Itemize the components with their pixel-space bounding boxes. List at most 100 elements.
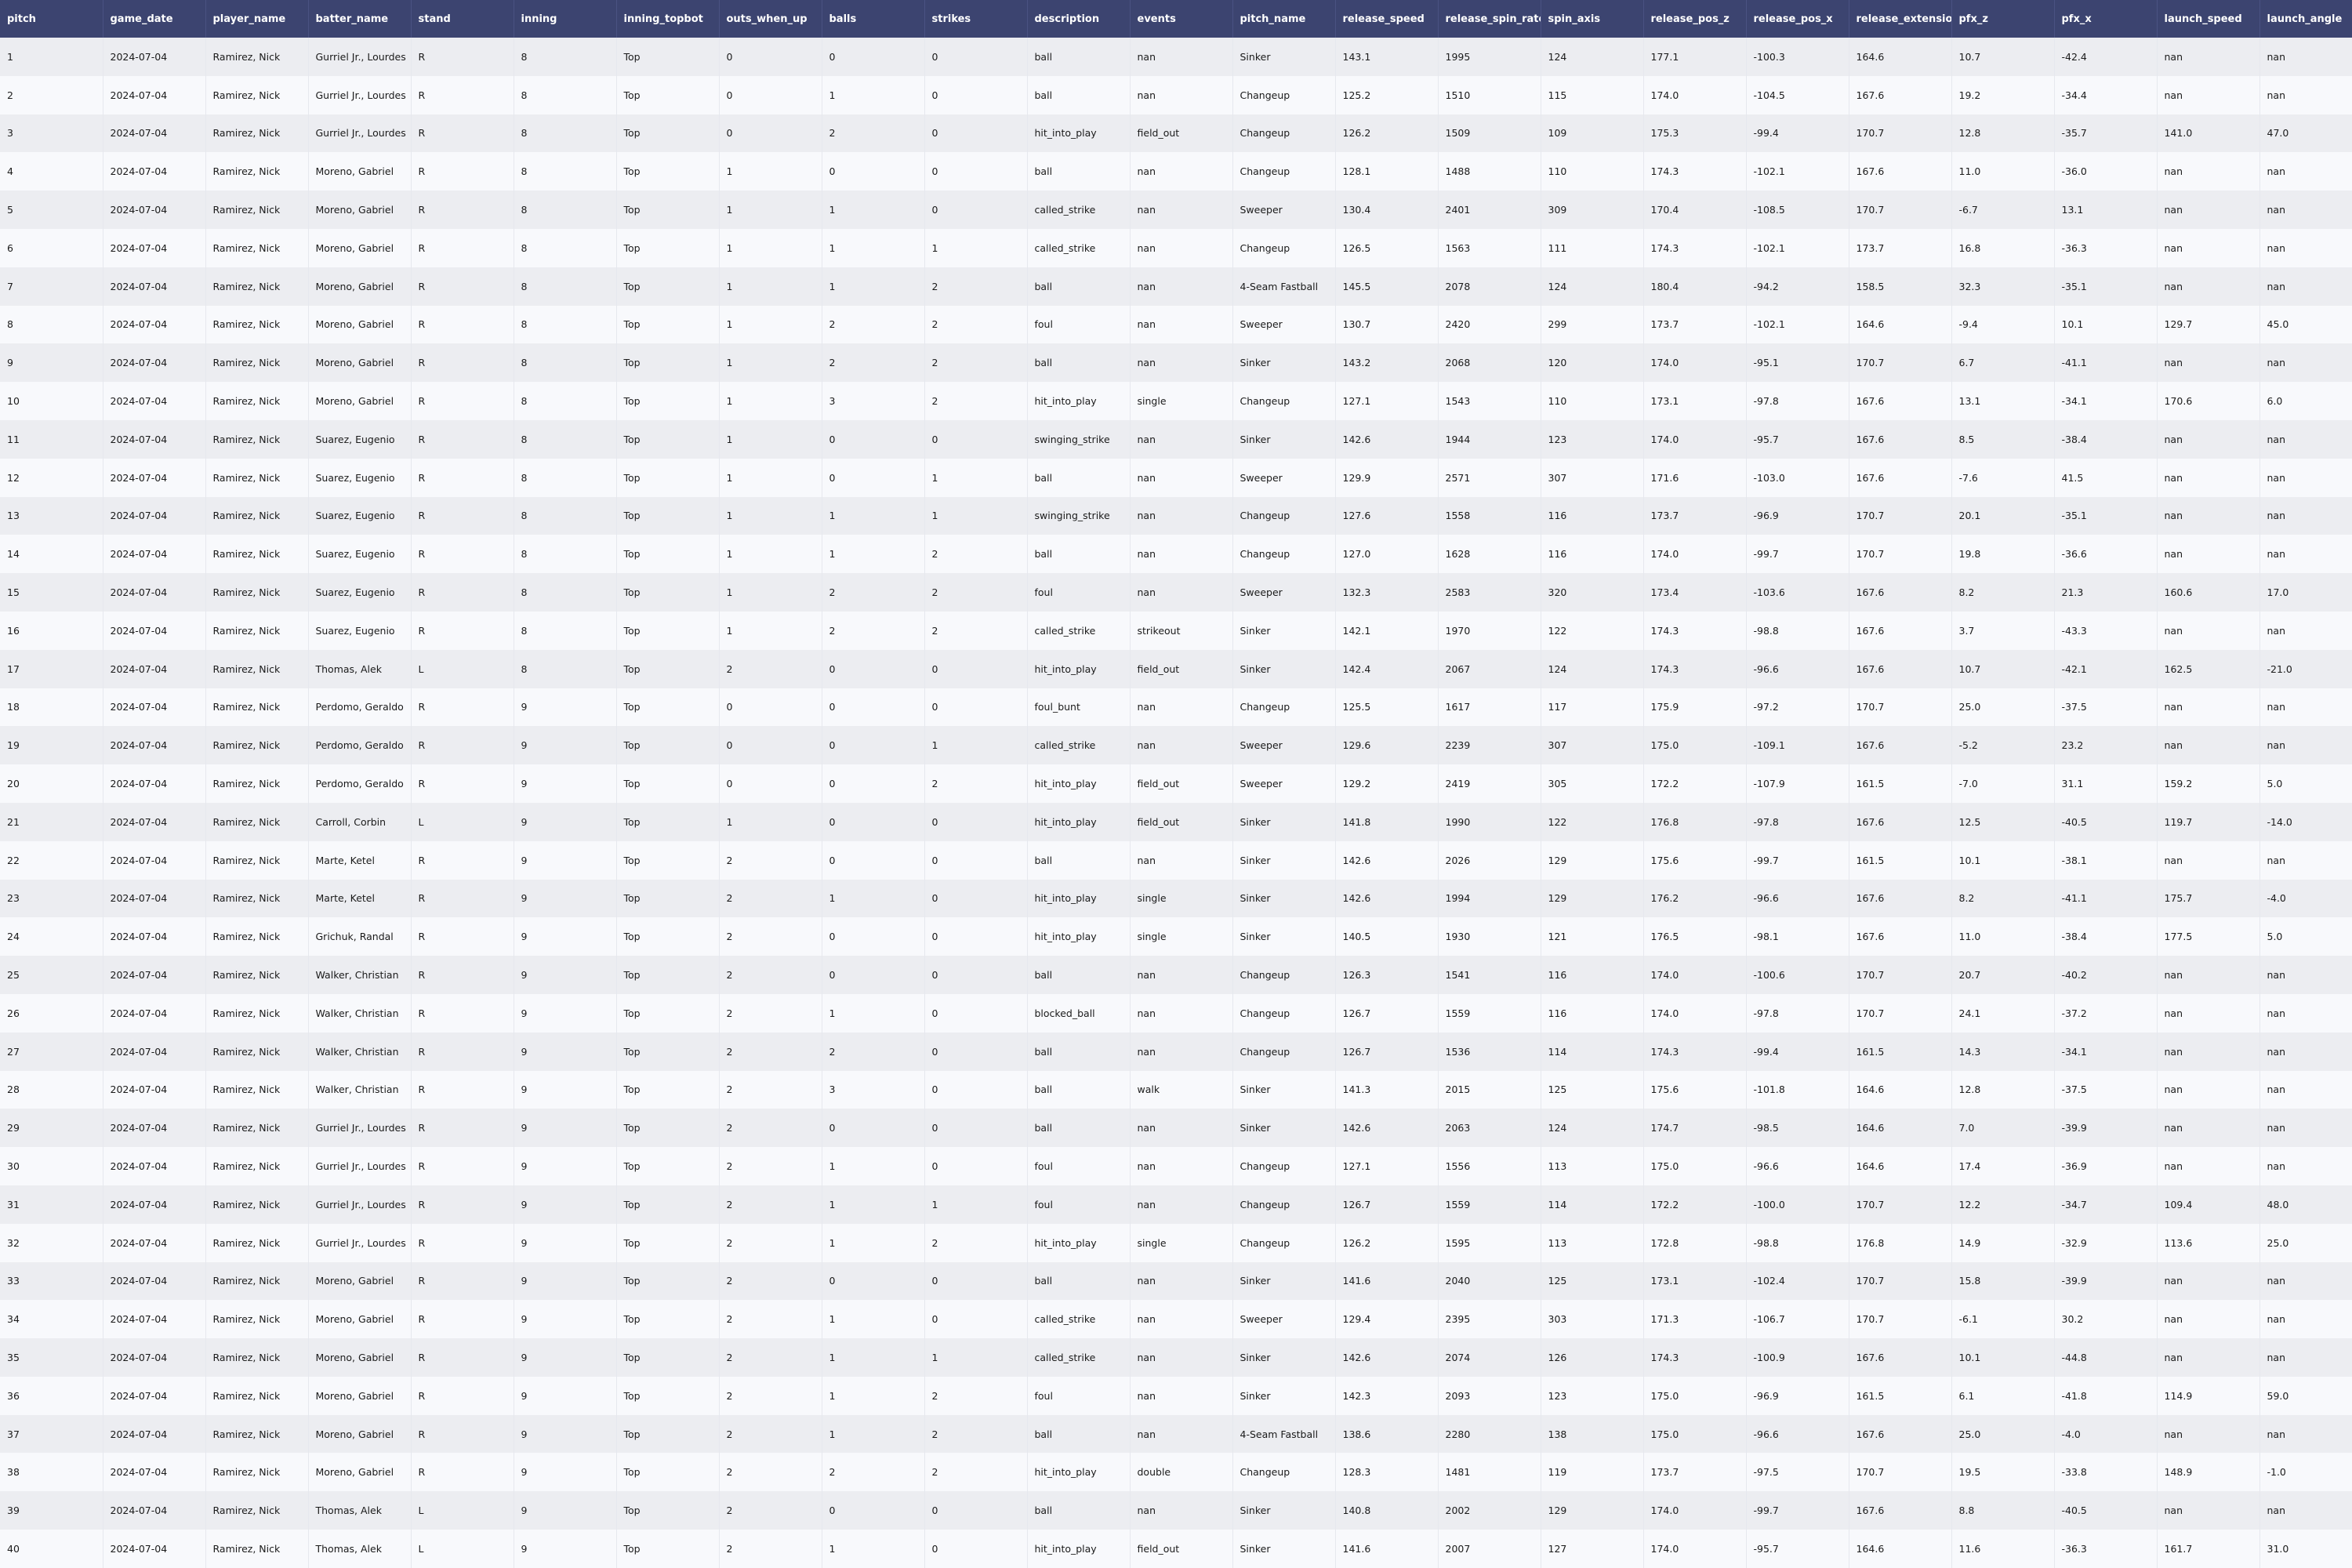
table-cell-inning-topbot: Top xyxy=(616,1070,720,1109)
table-row[interactable]: 15 2024-07-04 Ramirez, Nick Suarez, Eugenio… xyxy=(0,573,2352,612)
table-row[interactable]: 19 2024-07-04 Ramirez, Nick Perdomo, Gerald… xyxy=(0,726,2352,765)
column-header-pitch[interactable]: pitch xyxy=(0,0,103,38)
table-cell-inning: 9 xyxy=(514,726,617,765)
table-cell-player-name: Ramirez, Nick xyxy=(205,1491,309,1530)
table-cell-launch-angle: -4.0 xyxy=(2259,879,2352,918)
column-header-release-speed[interactable]: release_speed xyxy=(1335,0,1439,38)
table-row[interactable]: 14 2024-07-04 Ramirez, Nick Suarez, Eugenio… xyxy=(0,535,2352,574)
table-cell-pfx-z: 19.5 xyxy=(1951,1453,2055,1492)
table-row[interactable]: 18 2024-07-04 Ramirez, Nick Perdomo, Gerald… xyxy=(0,688,2352,727)
table-cell-release-speed: 142.6 xyxy=(1335,419,1439,459)
table-row[interactable]: 36 2024-07-04 Ramirez, Nick Moreno, Gabriel… xyxy=(0,1376,2352,1415)
table-row[interactable]: 9 2024-07-04 Ramirez, Nick Moreno, Gabriel R… xyxy=(0,343,2352,383)
table-cell-release-pos-x: -96.9 xyxy=(1746,1376,1849,1415)
table-cell-outs-when-up: 1 xyxy=(719,535,822,574)
table-row[interactable]: 12 2024-07-04 Ramirez, Nick Suarez, Eugenio… xyxy=(0,458,2352,497)
table-cell-balls: 0 xyxy=(822,1109,925,1148)
table-cell-release-pos-x: -97.8 xyxy=(1746,802,1849,841)
table-row[interactable]: 28 2024-07-04 Ramirez, Nick Walker, Christi… xyxy=(0,1070,2352,1109)
table-cell-release-extension: 167.6 xyxy=(1849,649,1952,688)
table-row[interactable]: 30 2024-07-04 Ramirez, Nick Gurriel Jr., Lo… xyxy=(0,1147,2352,1185)
table-row[interactable]: 35 2024-07-04 Ramirez, Nick Moreno, Gabriel… xyxy=(0,1338,2352,1377)
table-row[interactable]: 39 2024-07-04 Ramirez, Nick Thomas, Alek L 9 T… xyxy=(0,1491,2352,1530)
column-header-events[interactable]: events xyxy=(1130,0,1233,38)
table-cell-launch-speed: 159.2 xyxy=(2157,764,2260,803)
table-cell-release-pos-z: 175.0 xyxy=(1643,726,1747,765)
column-header-pfx-x[interactable]: pfx_x xyxy=(2054,0,2158,38)
table-row[interactable]: 31 2024-07-04 Ramirez, Nick Gurriel Jr., Lo… xyxy=(0,1185,2352,1224)
column-header-release-extension[interactable]: release_extension xyxy=(1849,0,1952,38)
table-cell-player-name: Ramirez, Nick xyxy=(205,1414,309,1454)
table-row[interactable]: 7 2024-07-04 Ramirez, Nick Moreno, Gabriel R… xyxy=(0,267,2352,306)
column-header-release-spin-rate[interactable]: release_spin_rate xyxy=(1438,0,1541,38)
table-row[interactable]: 13 2024-07-04 Ramirez, Nick Suarez, Eugenio… xyxy=(0,496,2352,535)
column-header-launch-speed[interactable]: launch_speed xyxy=(2157,0,2260,38)
table-row[interactable]: 10 2024-07-04 Ramirez, Nick Moreno, Gabriel… xyxy=(0,382,2352,420)
table-cell-release-spin-rate: 1595 xyxy=(1438,1223,1541,1262)
table-cell-outs-when-up: 2 xyxy=(719,1376,822,1415)
table-row[interactable]: 22 2024-07-04 Ramirez, Nick Marte, Ketel R 9 T… xyxy=(0,840,2352,880)
table-cell-release-spin-rate: 1995 xyxy=(1438,38,1541,76)
column-header-balls[interactable]: balls xyxy=(822,0,925,38)
column-header-batter-name[interactable]: batter_name xyxy=(308,0,412,38)
table-cell-release-speed: 129.4 xyxy=(1335,1300,1439,1339)
table-row[interactable]: 20 2024-07-04 Ramirez, Nick Perdomo, Gerald… xyxy=(0,764,2352,803)
column-header-player-name[interactable]: player_name xyxy=(205,0,309,38)
table-cell-pfx-z: -5.2 xyxy=(1951,726,2055,765)
table-row[interactable]: 29 2024-07-04 Ramirez, Nick Gurriel Jr., Lo… xyxy=(0,1109,2352,1148)
table-cell-launch-angle: nan xyxy=(2259,228,2352,267)
table-cell-release-pos-z: 174.0 xyxy=(1643,1491,1747,1530)
column-header-pitch-name[interactable]: pitch_name xyxy=(1232,0,1336,38)
column-header-release-pos-z[interactable]: release_pos_z xyxy=(1643,0,1747,38)
table-cell-inning-topbot: Top xyxy=(616,496,720,535)
table-row[interactable]: 23 2024-07-04 Ramirez, Nick Marte, Ketel R 9 T… xyxy=(0,879,2352,918)
table-row[interactable]: 25 2024-07-04 Ramirez, Nick Walker, Christi… xyxy=(0,956,2352,994)
table-row[interactable]: 26 2024-07-04 Ramirez, Nick Walker, Christi… xyxy=(0,993,2352,1033)
column-header-inning-topbot[interactable]: inning_topbot xyxy=(616,0,720,38)
table-cell-stand: R xyxy=(411,1223,514,1262)
table-cell-batter-name: Gurriel Jr., Lourdes xyxy=(308,38,412,76)
table-row[interactable]: 2 2024-07-04 Ramirez, Nick Gurriel Jr., Lou… xyxy=(0,75,2352,114)
table-row[interactable]: 34 2024-07-04 Ramirez, Nick Moreno, Gabriel… xyxy=(0,1300,2352,1339)
table-row[interactable]: 24 2024-07-04 Ramirez, Nick Grichuk, Randal… xyxy=(0,917,2352,956)
table-row[interactable]: 33 2024-07-04 Ramirez, Nick Moreno, Gabriel… xyxy=(0,1261,2352,1301)
table-cell-batter-name: Moreno, Gabriel xyxy=(308,382,412,420)
table-row[interactable]: 32 2024-07-04 Ramirez, Nick Gurriel Jr., Lo… xyxy=(0,1223,2352,1262)
table-cell-release-spin-rate: 1536 xyxy=(1438,1032,1541,1071)
table-row[interactable]: 16 2024-07-04 Ramirez, Nick Suarez, Eugenio… xyxy=(0,611,2352,650)
table-row[interactable]: 4 2024-07-04 Ramirez, Nick Moreno, Gabriel R… xyxy=(0,152,2352,191)
table-row[interactable]: 6 2024-07-04 Ramirez, Nick Moreno, Gabriel R… xyxy=(0,228,2352,267)
table-cell-pfx-z: 17.4 xyxy=(1951,1147,2055,1185)
table-row[interactable]: 38 2024-07-04 Ramirez, Nick Moreno, Gabriel… xyxy=(0,1453,2352,1492)
table-cell-release-extension: 167.6 xyxy=(1849,75,1952,114)
table-row[interactable]: 40 2024-07-04 Ramirez, Nick Thomas, Alek L 9 T… xyxy=(0,1530,2352,1568)
table-cell-launch-angle: nan xyxy=(2259,993,2352,1033)
table-cell-pitch: 22 xyxy=(0,840,103,880)
table-cell-pitch-name: Sweeper xyxy=(1232,458,1336,497)
table-row[interactable]: 17 2024-07-04 Ramirez, Nick Thomas, Alek L 8 T… xyxy=(0,649,2352,688)
column-header-spin-axis[interactable]: spin_axis xyxy=(1541,0,1644,38)
column-header-game-date[interactable]: game_date xyxy=(103,0,206,38)
column-header-inning[interactable]: inning xyxy=(514,0,617,38)
table-cell-pfx-z: 14.3 xyxy=(1951,1032,2055,1071)
table-row[interactable]: 8 2024-07-04 Ramirez, Nick Moreno, Gabriel R… xyxy=(0,305,2352,344)
table-cell-pitch: 18 xyxy=(0,688,103,727)
table-cell-release-speed: 141.8 xyxy=(1335,802,1439,841)
column-header-strikes[interactable]: strikes xyxy=(924,0,1028,38)
table-row[interactable]: 21 2024-07-04 Ramirez, Nick Carroll, Corbin… xyxy=(0,802,2352,841)
table-row[interactable]: 37 2024-07-04 Ramirez, Nick Moreno, Gabriel… xyxy=(0,1414,2352,1454)
column-header-outs-when-up[interactable]: outs_when_up xyxy=(719,0,822,38)
table-row[interactable]: 3 2024-07-04 Ramirez, Nick Gurriel Jr., Lou… xyxy=(0,114,2352,153)
column-header-release-pos-x[interactable]: release_pos_x xyxy=(1746,0,1849,38)
column-header-description[interactable]: description xyxy=(1027,0,1131,38)
table-row[interactable]: 5 2024-07-04 Ramirez, Nick Moreno, Gabriel R… xyxy=(0,191,2352,229)
table-cell-description: swinging_strike xyxy=(1027,419,1131,459)
table-cell-launch-angle: 47.0 xyxy=(2259,114,2352,153)
table-row[interactable]: 1 2024-07-04 Ramirez, Nick Gurriel Jr., Lou… xyxy=(0,38,2352,76)
column-header-launch-angle[interactable]: launch_angle xyxy=(2259,0,2352,38)
table-cell-release-extension: 167.6 xyxy=(1849,1414,1952,1454)
column-header-stand[interactable]: stand xyxy=(411,0,514,38)
table-row[interactable]: 27 2024-07-04 Ramirez, Nick Walker, Christi… xyxy=(0,1032,2352,1071)
column-header-pfx-z[interactable]: pfx_z xyxy=(1951,0,2055,38)
table-row[interactable]: 11 2024-07-04 Ramirez, Nick Suarez, Eugenio… xyxy=(0,419,2352,459)
